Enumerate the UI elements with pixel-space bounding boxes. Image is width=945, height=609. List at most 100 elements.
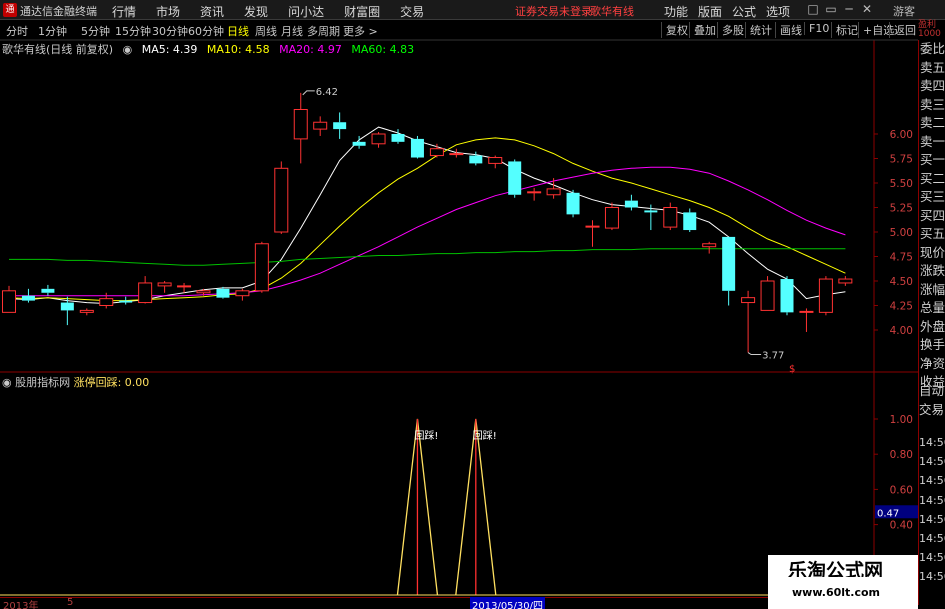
- candle-body: [274, 167, 289, 233]
- y-tick-label: 4.75: [890, 252, 913, 264]
- candle-body: [41, 288, 55, 293]
- indicator-toggle-icon[interactable]: ◉: [2, 376, 12, 389]
- candle-body: [566, 192, 580, 215]
- ma-line-ma60: [9, 248, 846, 266]
- candle-body: [352, 141, 366, 146]
- candle-body: [235, 290, 250, 297]
- sidebar-item-volume[interactable]: 总量: [919, 299, 945, 318]
- candle-body: [799, 310, 814, 313]
- candle-body: [760, 280, 775, 311]
- candle-body: [371, 133, 386, 145]
- candle-body: [177, 285, 192, 288]
- cursor-date-label: 2013/05/30/四: [470, 597, 546, 609]
- sidebar-item-sell3[interactable]: 卖三: [919, 96, 945, 115]
- sub-y-tick-label: 0.80: [890, 449, 913, 461]
- sidebar-item-netasset[interactable]: 净资: [919, 355, 945, 374]
- candle-body: [196, 290, 211, 294]
- ma-line-ma5: [8, 126, 846, 305]
- sidebar-item-sell1[interactable]: 卖一: [919, 133, 945, 152]
- sidebar-item-change[interactable]: 涨跌: [919, 262, 945, 281]
- sidebar-item-buy5[interactable]: 买五: [919, 225, 945, 244]
- legend-toggle-icon[interactable]: ◉: [123, 43, 133, 56]
- candle-body: [722, 236, 736, 291]
- sidebar-item-outer[interactable]: 外盘: [919, 318, 945, 337]
- y-tick-label: 5.75: [890, 154, 913, 166]
- candle-body: [429, 148, 444, 157]
- sidebar-item-buy2[interactable]: 买二: [919, 170, 945, 189]
- tick-time: 14:56: [919, 531, 945, 545]
- spike-label: 回踩!: [414, 430, 438, 442]
- high-pointer: [302, 90, 315, 96]
- tick-time: 14:56: [919, 436, 945, 449]
- low-pointer: [747, 352, 762, 356]
- sidebar-item-sell5[interactable]: 卖五: [919, 59, 945, 78]
- current-value-label: 0.47: [877, 508, 899, 519]
- auto-trade-panel: 自动 交易: [918, 382, 945, 419]
- high-label: 6.42: [316, 87, 338, 98]
- sidebar-item-price[interactable]: 现价: [919, 244, 945, 263]
- watermark-top: 乐淘公式网: [768, 555, 918, 582]
- legend-ma5: MA5: 4.39: [141, 43, 198, 56]
- sidebar-item-change-pct[interactable]: 涨幅: [919, 281, 945, 300]
- candle-body: [21, 295, 35, 301]
- y-tick-label: 6.00: [890, 129, 913, 141]
- candle-body: [449, 153, 464, 156]
- candle-body: [527, 191, 542, 194]
- indicator-legend: ◉ 股朋指标网 涨停回踩: 0.00: [2, 374, 149, 390]
- sidebar-item-buy4[interactable]: 买四: [919, 207, 945, 226]
- sidebar-item-buy1[interactable]: 买一: [919, 151, 945, 170]
- sidebar-item-sell4[interactable]: 卖四: [919, 77, 945, 96]
- candle-body: [469, 155, 483, 164]
- low-label: 3.77: [762, 351, 784, 362]
- tick-time: 14:56: [919, 570, 945, 584]
- ma-line-ma20: [9, 166, 846, 297]
- candle-body: [410, 138, 424, 158]
- legend-ma10: MA10: 4.58: [206, 43, 270, 56]
- watermark-url: www.60lt.com: [792, 586, 881, 599]
- candle-body: [644, 210, 658, 213]
- candle-body: [254, 243, 269, 292]
- legend-ma60: MA60: 4.83: [351, 43, 415, 56]
- chart-title: 歌华有线(日线 前复权): [2, 43, 114, 56]
- y-tick-label: 4.25: [890, 301, 913, 313]
- candle-body: [585, 225, 600, 228]
- year-label: 2013年: [3, 601, 39, 609]
- candle-body: [391, 134, 405, 142]
- candle-body: [604, 207, 619, 229]
- candle-body: [818, 278, 833, 313]
- month-label: 5: [67, 597, 74, 608]
- sub-y-tick-label: 1.00: [890, 414, 913, 426]
- spike-label: 回踩!: [473, 430, 497, 442]
- sub-y-tick-label: 0.60: [890, 484, 913, 496]
- candle-body: [293, 109, 308, 140]
- candle-body: [216, 288, 230, 298]
- trade-label[interactable]: 交易: [918, 401, 945, 420]
- tick-time: 14:56: [919, 493, 945, 507]
- side-header-line2: 1000: [918, 29, 941, 39]
- candle-body: [741, 297, 756, 304]
- candle-body: [546, 188, 561, 196]
- y-tick-label: 5.00: [890, 227, 913, 239]
- kline-chart-area[interactable]: 4.00 4.25 4.50 4.75 5.00 5.25 5.50 5.75 6.00 6.42…: [0, 0, 918, 609]
- candle-body: [333, 122, 347, 130]
- candle-body: [313, 121, 328, 130]
- sidebar-item-sell2[interactable]: 卖二: [919, 114, 945, 133]
- legend-ma20: MA20: 4.97: [279, 43, 342, 56]
- candle-body: [663, 207, 678, 228]
- side-header: 盈利 1000: [918, 21, 941, 39]
- main-chart-legend: 歌华有线(日线 前复权) ◉ MA5: 4.39 MA10: 4.58 MA20…: [2, 41, 420, 57]
- sub-y-tick-label: 0.40: [890, 520, 913, 532]
- indicator-value: 涨停回踩: 0.00: [73, 376, 150, 389]
- candle-body: [138, 282, 153, 304]
- sidebar-item-turnover[interactable]: 换手: [919, 336, 945, 355]
- auto-trade-label[interactable]: 自动: [918, 382, 945, 401]
- tick-time: 14:56: [919, 551, 945, 565]
- candle-body: [624, 200, 638, 208]
- candle-body: [683, 212, 697, 231]
- candle-body: [488, 157, 503, 164]
- sidebar-item-weibi[interactable]: 委比: [919, 40, 945, 59]
- candle-body: [838, 278, 853, 284]
- candle-body: [119, 300, 133, 303]
- sidebar-item-buy3[interactable]: 买三: [919, 188, 945, 207]
- y-tick-label: 4.50: [890, 276, 913, 288]
